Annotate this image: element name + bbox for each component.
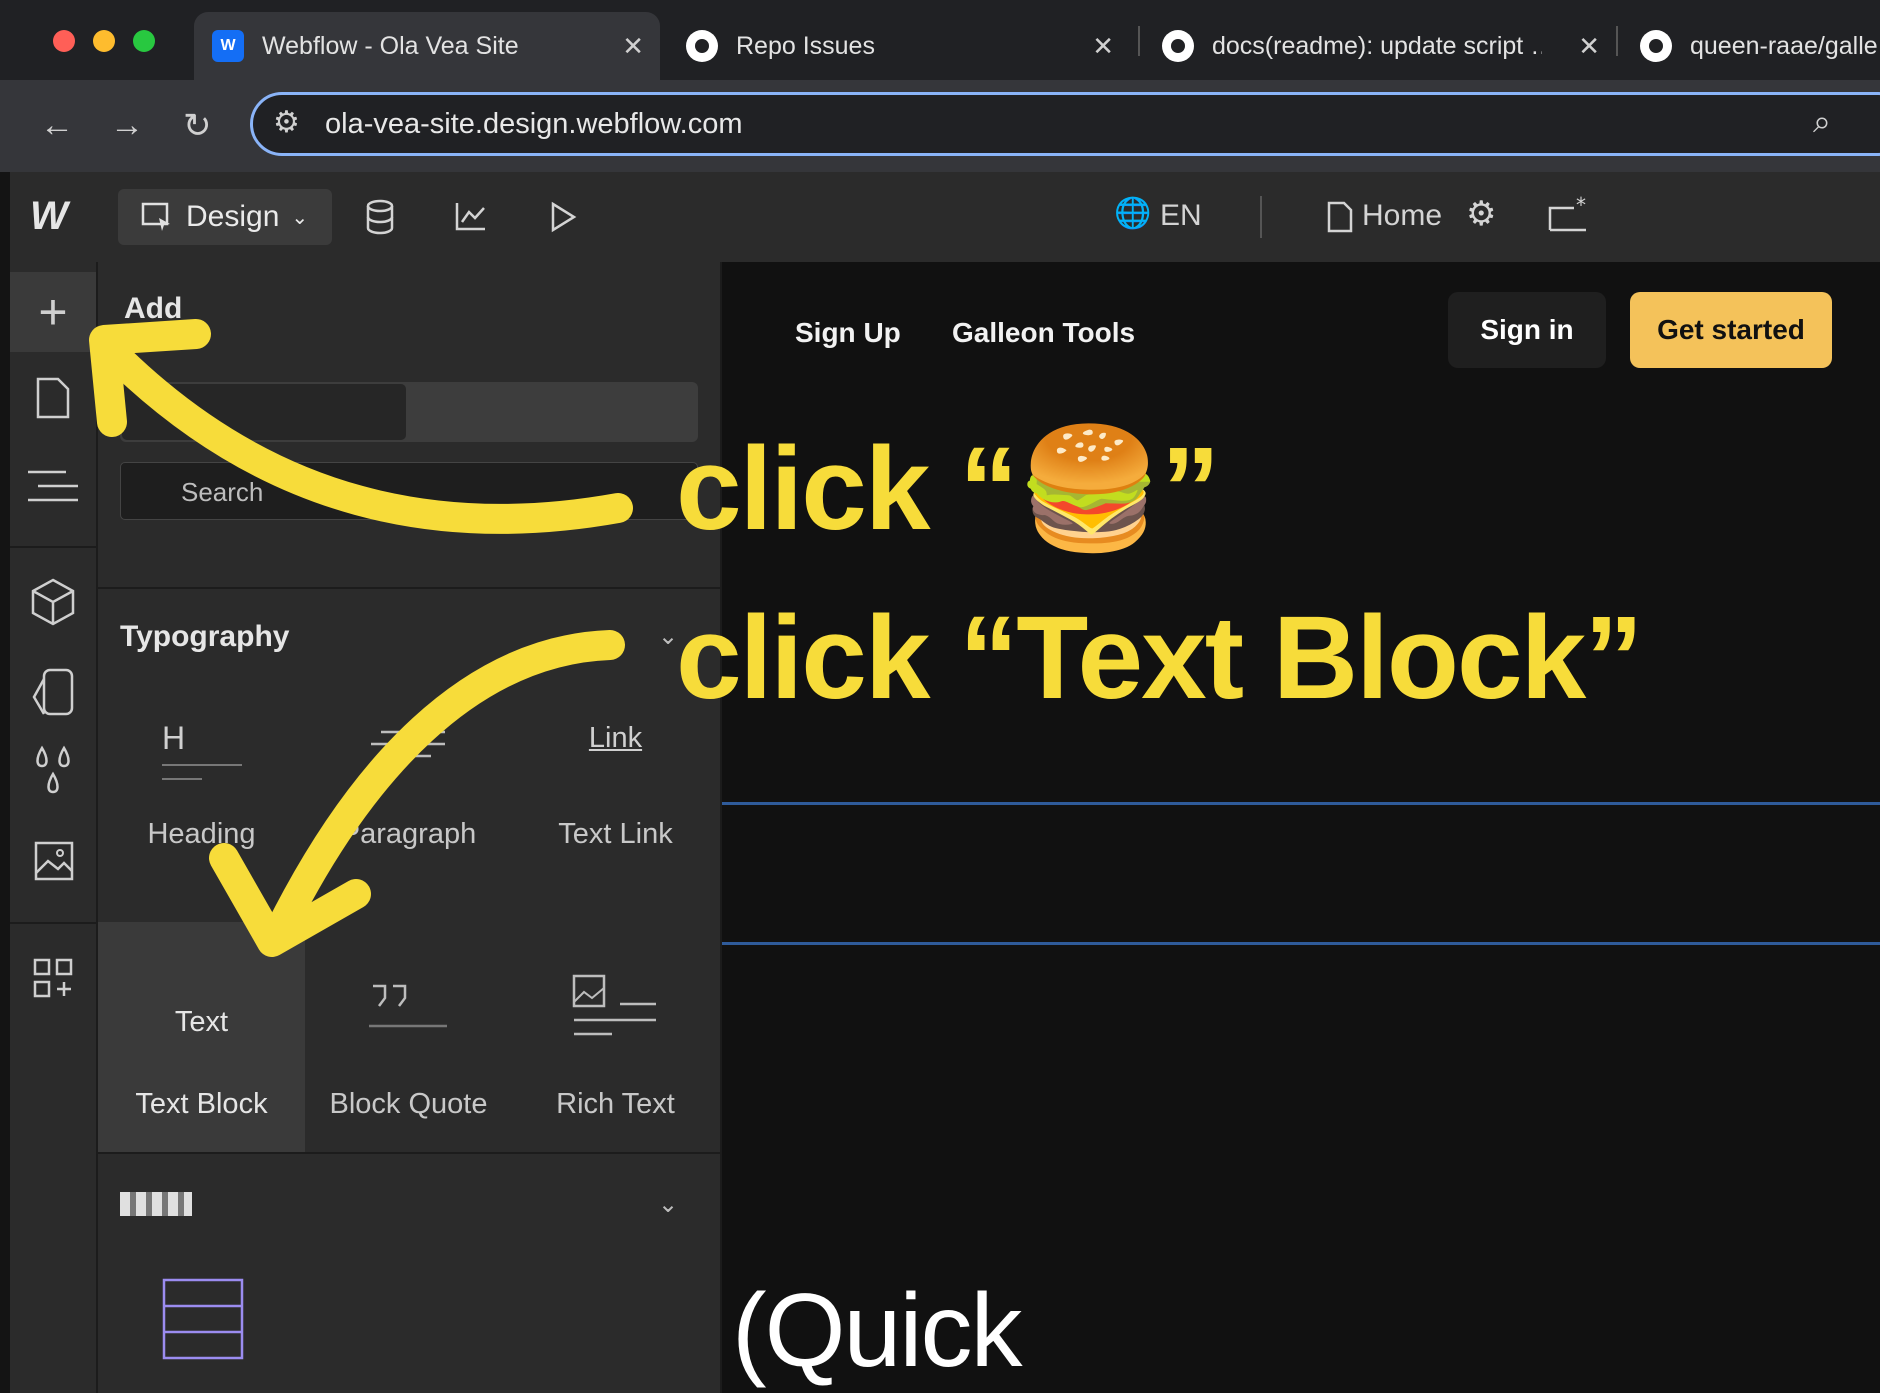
section-title-typography[interactable]: Typography bbox=[120, 620, 289, 654]
add-panel-plus-icon[interactable]: + bbox=[10, 272, 96, 352]
divider bbox=[1260, 196, 1262, 238]
tab-docs-readme[interactable]: docs(readme): update script … ✕ bbox=[1146, 12, 1616, 80]
element-label: Text Link bbox=[558, 818, 673, 850]
divider bbox=[10, 546, 96, 548]
panel-tabs[interactable] bbox=[120, 382, 698, 442]
nav-link-galleon-tools[interactable]: Galleon Tools bbox=[952, 317, 1135, 349]
element-rich-text[interactable]: Rich Text bbox=[512, 922, 719, 1152]
divider bbox=[98, 1152, 720, 1154]
section-guideline bbox=[722, 802, 1880, 805]
svg-text:*: * bbox=[1576, 196, 1586, 217]
close-tab-icon[interactable]: ✕ bbox=[1092, 31, 1114, 62]
tab-label: docs(readme): update script … bbox=[1212, 31, 1542, 60]
nav-link-sign-up[interactable]: Sign Up bbox=[795, 317, 901, 349]
close-tab-icon[interactable]: ✕ bbox=[622, 31, 644, 62]
divider bbox=[98, 587, 720, 589]
annotation-line-2: click “Text Block” bbox=[676, 592, 1643, 724]
tab-repo-issues[interactable]: Repo Issues ✕ bbox=[670, 12, 1130, 80]
table-layout-icon[interactable] bbox=[162, 1278, 244, 1360]
get-started-button[interactable]: Get started bbox=[1630, 292, 1832, 368]
minimize-window-button[interactable] bbox=[93, 30, 115, 52]
cursor-select-icon bbox=[141, 202, 170, 231]
section-title-redacted[interactable] bbox=[120, 1192, 192, 1216]
mode-dropdown[interactable]: Design ⌄ bbox=[118, 189, 332, 245]
analytics-icon[interactable] bbox=[454, 200, 488, 232]
github-icon bbox=[1162, 30, 1194, 62]
element-label: Text Block bbox=[135, 1088, 268, 1120]
rich-text-icon bbox=[572, 974, 656, 1036]
page-icon[interactable] bbox=[1326, 200, 1354, 234]
chevron-down-icon[interactable]: ⌄ bbox=[658, 1190, 678, 1219]
element-label: Rich Text bbox=[556, 1088, 675, 1120]
webflow-left-rail: + bbox=[10, 262, 98, 1393]
element-label: Heading bbox=[147, 818, 256, 850]
pages-icon[interactable] bbox=[10, 358, 96, 438]
tab-elements[interactable] bbox=[122, 384, 406, 440]
reload-icon[interactable]: ↻ bbox=[183, 106, 212, 146]
annotation-line-1: click “🍔” bbox=[676, 423, 1220, 555]
webflow-logo-icon[interactable]: W bbox=[30, 194, 68, 239]
assets-image-icon[interactable] bbox=[10, 820, 96, 900]
preview-play-icon[interactable] bbox=[548, 200, 578, 234]
webflow-topbar: W Design ⌄ 🌐 EN Home ⚙ * bbox=[10, 172, 1880, 264]
locale-label[interactable]: EN bbox=[1160, 199, 1202, 233]
close-tab-icon[interactable]: ✕ bbox=[1578, 31, 1600, 62]
url-text[interactable]: ola-vea-site.design.webflow.com bbox=[325, 108, 742, 141]
chevron-down-icon: ⌄ bbox=[291, 206, 309, 229]
panel-title: Add bbox=[124, 292, 183, 325]
tab-queen-raae[interactable]: queen-raae/galle bbox=[1624, 12, 1880, 80]
add-elements-panel: Add Search Typography ⌄ H Heading Paragr… bbox=[98, 262, 722, 1393]
section-guideline bbox=[722, 942, 1880, 945]
components-cube-icon[interactable] bbox=[10, 562, 96, 642]
element-label: Block Quote bbox=[329, 1088, 488, 1120]
mode-label: Design bbox=[186, 200, 280, 233]
tab-label: Repo Issues bbox=[736, 31, 875, 60]
page-name[interactable]: Home bbox=[1362, 199, 1442, 233]
cms-database-icon[interactable] bbox=[364, 199, 396, 235]
block-quote-icon bbox=[369, 984, 447, 1028]
element-block-quote[interactable]: Block Quote bbox=[305, 922, 512, 1152]
link-icon: Link bbox=[588, 722, 643, 754]
tab-separator bbox=[1138, 26, 1140, 56]
page-settings-icon[interactable]: ⚙ bbox=[1466, 194, 1496, 234]
custom-breakpoint-icon[interactable]: * bbox=[1546, 196, 1590, 234]
site-settings-icon[interactable]: ⚙ bbox=[273, 105, 300, 140]
search-input[interactable]: Search bbox=[120, 462, 698, 520]
icon-line bbox=[162, 778, 202, 780]
style-selectors-icon[interactable] bbox=[10, 652, 96, 732]
icon-line bbox=[162, 764, 242, 766]
text-block-icon: Text bbox=[174, 1006, 229, 1038]
tab-webflow[interactable]: W Webflow - Ola Vea Site ✕ bbox=[194, 12, 660, 80]
back-arrow-icon[interactable]: ← bbox=[40, 106, 74, 145]
tab-separator bbox=[1616, 26, 1618, 56]
navigator-icon[interactable] bbox=[10, 446, 96, 526]
element-text-block[interactable]: Text Text Block bbox=[98, 922, 305, 1152]
github-icon bbox=[1640, 30, 1672, 62]
apps-icon[interactable] bbox=[10, 938, 96, 1018]
zoom-icon[interactable]: ⌕ bbox=[1813, 103, 1831, 141]
github-icon bbox=[686, 30, 718, 62]
hero-text: (Quick bbox=[732, 1273, 1022, 1389]
close-window-button[interactable] bbox=[53, 30, 75, 52]
paragraph-icon bbox=[371, 730, 445, 758]
element-text-link[interactable]: Link Text Link bbox=[512, 702, 719, 862]
variables-drops-icon[interactable] bbox=[10, 732, 96, 812]
forward-arrow-icon[interactable]: → bbox=[110, 106, 144, 145]
maximize-window-button[interactable] bbox=[133, 30, 155, 52]
element-paragraph[interactable]: Paragraph bbox=[305, 702, 512, 862]
element-heading[interactable]: H Heading bbox=[98, 702, 305, 862]
globe-icon[interactable]: 🌐 bbox=[1114, 196, 1151, 231]
divider bbox=[10, 922, 96, 924]
sign-in-button[interactable]: Sign in bbox=[1448, 292, 1606, 368]
element-label: Paragraph bbox=[340, 818, 477, 850]
tab-label: Webflow - Ola Vea Site bbox=[262, 31, 519, 60]
browser-tab-bar: W Webflow - Ola Vea Site ✕ Repo Issues ✕… bbox=[0, 0, 1880, 80]
tab-label: queen-raae/galle bbox=[1690, 31, 1878, 60]
heading-icon: H bbox=[162, 720, 186, 756]
search-placeholder: Search bbox=[181, 477, 264, 507]
webflow-favicon-icon: W bbox=[212, 30, 244, 62]
address-bar[interactable]: ⚙ ola-vea-site.design.webflow.com ⌕ bbox=[250, 92, 1880, 156]
